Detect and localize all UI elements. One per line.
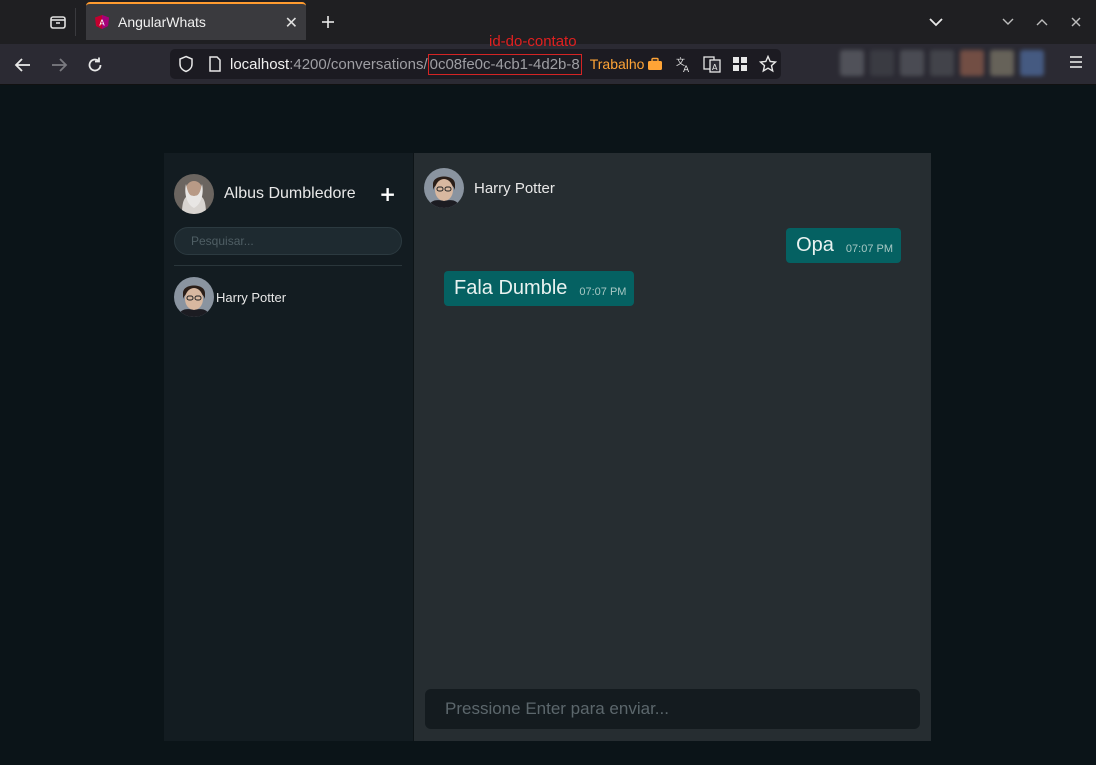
divider <box>174 265 402 266</box>
extension-icon[interactable] <box>960 50 984 76</box>
extension-icons-blurred <box>840 50 1044 76</box>
page-icon <box>209 56 221 72</box>
svg-text:A: A <box>99 19 105 28</box>
extension-icon[interactable] <box>900 50 924 76</box>
reload-icon <box>88 57 102 72</box>
sidebar: Albus Dumbledore + Harry Potter <box>164 153 414 741</box>
close-window-button[interactable] <box>1064 8 1088 36</box>
extension-icon[interactable] <box>870 50 894 76</box>
svg-text:A: A <box>712 63 718 72</box>
dumbledore-avatar-image <box>174 174 214 214</box>
extension-icon[interactable] <box>1020 50 1044 76</box>
chat-contact-name: Harry Potter <box>474 179 555 197</box>
tab-angularwhats[interactable]: A AngularWhats ✕ <box>86 2 306 40</box>
reload-button[interactable] <box>82 52 108 78</box>
chat-app: Albus Dumbledore + Harry Potter <box>164 153 931 741</box>
arrow-left-icon <box>14 58 30 72</box>
briefcase-icon <box>648 57 663 70</box>
page-translate-icon[interactable]: A <box>703 55 722 73</box>
search-input[interactable] <box>174 227 402 255</box>
container-label-text: Trabalho <box>589 56 645 72</box>
user-profile: Albus Dumbledore + <box>174 174 402 214</box>
list-all-tabs-button[interactable] <box>924 8 948 36</box>
arrow-right-icon <box>52 58 68 72</box>
app-menu-button[interactable] <box>1068 54 1084 73</box>
add-contact-button[interactable]: + <box>379 182 396 206</box>
back-button[interactable] <box>10 52 36 78</box>
extension-icon[interactable] <box>990 50 1014 76</box>
chat-panel: Harry Potter Opa 07:07 PM Fala Dumble 07… <box>414 153 931 741</box>
url-host: localhost <box>230 55 290 73</box>
plus-icon <box>322 16 334 28</box>
angular-favicon-icon: A <box>95 15 109 29</box>
navigation-toolbar: localhost:4200/conversations/0c08fe0c-4c… <box>0 44 1096 85</box>
harry-avatar-image <box>424 168 464 208</box>
message-bubble-outgoing: Opa 07:07 PM <box>786 228 901 263</box>
chevron-down-icon <box>929 18 943 27</box>
tab-title: AngularWhats <box>118 14 206 30</box>
firefox-view-icon <box>49 16 66 29</box>
url-bar[interactable]: localhost:4200/conversations/0c08fe0c-4c… <box>170 49 781 79</box>
minimize-button[interactable] <box>996 8 1020 36</box>
container-label[interactable]: Trabalho <box>590 56 664 72</box>
user-name: Albus Dumbledore <box>224 185 356 202</box>
message-bubble-incoming: Fala Dumble 07:07 PM <box>444 271 635 306</box>
extension-icon[interactable] <box>840 50 864 76</box>
svg-text:A: A <box>683 65 690 73</box>
user-avatar <box>174 174 214 214</box>
maximize-button[interactable] <box>1030 8 1054 36</box>
translate-icon[interactable]: 文A <box>675 55 693 73</box>
message-text: Fala Dumble <box>454 277 568 299</box>
harry-avatar-image <box>174 277 214 317</box>
chat-contact-avatar <box>424 168 464 208</box>
url-contact-id: 0c08fe0c-4cb1-4d2b-8 <box>427 53 582 75</box>
contact-avatar <box>174 277 214 317</box>
close-tab-icon[interactable]: ✕ <box>285 13 298 32</box>
annotation-label: id-do-contato <box>489 33 577 50</box>
maximize-icon <box>1036 19 1048 26</box>
firefox-view-button[interactable] <box>40 8 76 36</box>
chat-header: Harry Potter <box>424 168 555 208</box>
close-icon <box>1071 17 1081 27</box>
new-tab-button[interactable] <box>316 10 340 34</box>
extension-icon[interactable] <box>930 50 954 76</box>
url-text: localhost:4200/conversations/0c08fe0c-4c… <box>230 53 582 75</box>
message-time: 07:07 PM <box>845 243 893 255</box>
forward-button[interactable] <box>46 52 72 78</box>
shield-icon <box>179 55 193 73</box>
hamburger-menu-icon <box>1070 56 1082 68</box>
minimize-icon <box>1002 18 1014 25</box>
star-bookmark-icon[interactable] <box>759 55 778 73</box>
qr-code-icon[interactable] <box>731 55 749 73</box>
contact-item[interactable]: Harry Potter <box>174 277 402 317</box>
message-time: 07:07 PM <box>579 286 627 298</box>
message-text: Opa <box>796 234 834 256</box>
url-path: :4200/conversations/ <box>289 55 428 73</box>
contact-name: Harry Potter <box>216 289 287 305</box>
message-input[interactable] <box>425 689 920 729</box>
